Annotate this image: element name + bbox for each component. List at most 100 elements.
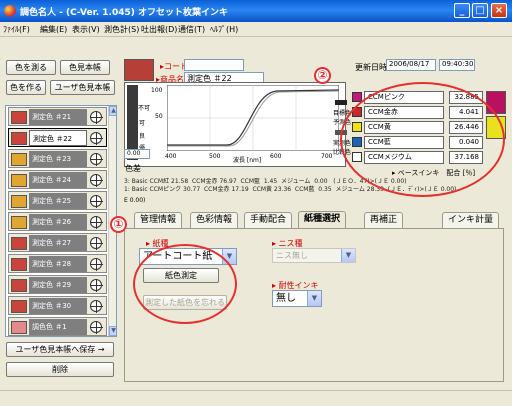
quality-label-ok: 可 (139, 120, 146, 127)
menu-colorimeter[interactable]: 測色計(S) (104, 24, 139, 35)
list-item[interactable]: 測定色 ＃23 (8, 149, 107, 168)
chevron-down-icon[interactable]: ▼ (307, 291, 321, 306)
list-item-label: 調色色 ＃1 (29, 319, 87, 335)
tab-manual-mix[interactable]: 手動配合 (244, 212, 293, 228)
list-item-label: 測定色 ＃25 (29, 193, 87, 209)
list-item[interactable]: 測定色 ＃28 (8, 254, 107, 273)
x-tick-600: 600 (270, 153, 282, 160)
y-tick-100: 100 (151, 87, 163, 94)
updated-date: 2006/08/17 (386, 59, 436, 71)
target-color-preview (124, 59, 154, 81)
tab-paper-select[interactable]: 紙種選択 (298, 211, 347, 229)
scroll-up-arrow-icon[interactable]: ▲ (109, 106, 116, 116)
menu-comm[interactable]: 通信(T) (178, 24, 205, 35)
swatch-color (11, 258, 27, 271)
title-bar: 調色名人 - (C-Ver. 1.045) オフセット枚葉インキ _ □ × (0, 0, 512, 22)
swatch-color (11, 237, 27, 250)
swatch-color (11, 195, 27, 208)
tab-strip: 管理情報 色彩情報 手動配合 紙種選択 再補正 インキ計量 (124, 211, 512, 229)
color-book-button[interactable]: 色見本帳 (60, 60, 110, 75)
minimize-button[interactable]: _ (454, 3, 470, 18)
quality-label-good: 良 (139, 133, 146, 140)
tab-ink-weigh[interactable]: インキ計量 (442, 212, 500, 228)
swatch-color (11, 111, 27, 124)
list-item[interactable]: 測定色 ＃29 (8, 275, 107, 294)
crosshair-icon[interactable] (90, 153, 103, 166)
swatch-color (11, 300, 27, 313)
annotation-circle-2 (340, 82, 505, 197)
menu-view[interactable]: 表示(V) (72, 24, 100, 35)
crosshair-icon[interactable] (90, 258, 103, 271)
resist-ink-value: 無し (276, 293, 296, 304)
spectral-graph-panel: 不可 可 良 優 100 50 400 500 波長 [nm] 600 700 (124, 82, 346, 167)
tab-management[interactable]: 管理情報 (134, 212, 183, 228)
swatch-color (11, 279, 27, 292)
spectral-curve-plot (167, 85, 339, 151)
x-tick-500: 500 (209, 153, 221, 160)
formula-tail: E 0.00) (124, 197, 146, 204)
save-to-user-book-button[interactable]: ユーザ色見本帳へ保存 → (6, 342, 114, 357)
crosshair-icon[interactable] (90, 111, 103, 124)
swatch-color (11, 132, 27, 145)
list-item-label: 測定色 ＃24 (29, 172, 87, 188)
annotation-number-1: ① (110, 216, 127, 233)
color-difference-label: 色差 (125, 164, 141, 173)
list-item[interactable]: 測定色 ＃26 (8, 212, 107, 231)
delete-button[interactable]: 削除 (6, 362, 114, 377)
x-tick-700: 700 (321, 153, 333, 160)
resist-ink-select[interactable]: 無し ▼ (272, 290, 322, 307)
list-item[interactable]: 測定色 ＃27 (8, 233, 107, 252)
x-tick-400: 400 (165, 153, 177, 160)
menu-dispense[interactable]: 吐出報(D) (141, 24, 177, 35)
list-item-label: 測定色 ＃30 (29, 298, 87, 314)
crosshair-icon[interactable] (90, 237, 103, 250)
updated-label: 更新日時 (355, 63, 387, 72)
list-item-label: 測定色 ＃28 (29, 256, 87, 272)
crosshair-icon[interactable] (90, 300, 103, 313)
menu-help[interactable]: ﾍﾙﾌﾟ(H) (210, 24, 238, 35)
swatch-color (11, 321, 27, 334)
list-item[interactable]: 測定色 ＃24 (8, 170, 107, 189)
tab-color-info[interactable]: 色彩情報 (190, 212, 239, 228)
list-item[interactable]: 測定色 ＃21 (8, 107, 107, 126)
crosshair-icon[interactable] (90, 132, 103, 145)
quality-label-bad: 不可 (138, 105, 151, 112)
menu-file[interactable]: ﾌｧｲﾙ(F) (3, 24, 30, 35)
list-item-label: 測定色 ＃21 (29, 109, 87, 125)
color-difference-value: 0.00 (124, 149, 150, 159)
make-color-button[interactable]: 色を作る (6, 80, 46, 95)
annotation-circle-1 (133, 244, 237, 324)
y-tick-50: 50 (155, 113, 163, 120)
list-item[interactable]: 測定色 ＃30 (8, 296, 107, 315)
crosshair-icon[interactable] (90, 216, 103, 229)
crosshair-icon[interactable] (90, 279, 103, 292)
list-item-label: 測定色 ＃27 (29, 235, 87, 251)
code-input[interactable] (184, 59, 244, 71)
swatch-color (11, 153, 27, 166)
user-color-book-button[interactable]: ユーザ色見本帳 (50, 80, 115, 95)
status-bar (0, 390, 512, 406)
crosshair-icon[interactable] (90, 321, 103, 334)
maximize-button[interactable]: □ (472, 3, 488, 18)
list-item-selected[interactable]: 測定色 ＃22 (8, 128, 107, 147)
list-item[interactable]: 調色色 ＃1 (8, 317, 107, 336)
scroll-down-arrow-icon[interactable]: ▼ (109, 326, 116, 336)
list-item-label: 測定色 ＃23 (29, 151, 87, 167)
tab-recorrect[interactable]: 再補正 (364, 212, 404, 228)
window-title: 調色名人 - (C-Ver. 1.045) オフセット枚葉インキ (20, 8, 229, 18)
crosshair-icon[interactable] (90, 195, 103, 208)
app-logo-icon (4, 5, 16, 17)
legend-target-swatch (335, 100, 347, 105)
annotation-number-2: ② (314, 67, 331, 84)
color-list[interactable]: 測定色 ＃21 測定色 ＃22 測定色 ＃23 測定色 ＃24 測定色 ＃25 … (5, 105, 117, 337)
list-item[interactable]: 測定色 ＃25 (8, 191, 107, 210)
application-window: 調色名人 - (C-Ver. 1.045) オフセット枚葉インキ _ □ × ﾌ… (0, 0, 512, 406)
measure-color-button[interactable]: 色を測る (6, 60, 56, 75)
varnish-type-value: ニス無し (276, 251, 308, 260)
menu-bar: ﾌｧｲﾙ(F) 編集(E) 表示(V) 測色計(S) 吐出報(D) 通信(T) … (0, 22, 512, 37)
x-axis-unit: 波長 [nm] (233, 157, 262, 164)
varnish-type-select: ニス無し ▼ (272, 248, 356, 263)
menu-edit[interactable]: 編集(E) (40, 24, 67, 35)
close-button[interactable]: × (491, 3, 507, 18)
crosshair-icon[interactable] (90, 174, 103, 187)
